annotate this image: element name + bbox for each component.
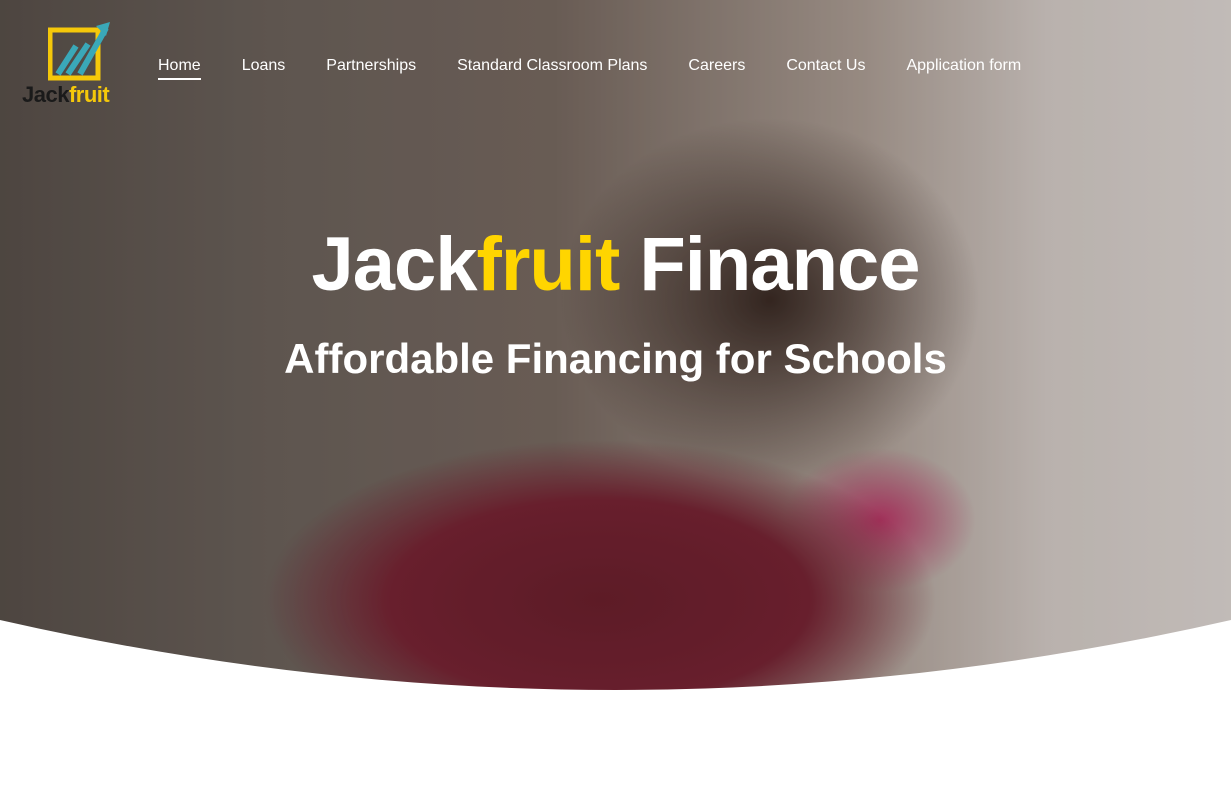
hero-title-fruit: fruit — [476, 222, 621, 307]
hero-title-finance: Finance — [619, 222, 920, 307]
logo-chart-icon — [48, 22, 110, 81]
hero-section: Jackfruit Home Loans Partnerships Standa… — [0, 0, 1231, 700]
logo-wordmark: Jackfruit — [22, 82, 110, 107]
nav-partnerships[interactable]: Partnerships — [326, 56, 416, 76]
hero-subtitle: Affordable Financing for Schools — [284, 335, 947, 382]
logo-word-fruit: fruit — [68, 82, 110, 107]
nav-contact-us[interactable]: Contact Us — [786, 56, 865, 76]
nav-application-form[interactable]: Application form — [906, 56, 1021, 76]
nav-loans[interactable]: Loans — [242, 56, 286, 76]
hero-title: Jackfruit Finance — [0, 222, 1231, 308]
nav-careers[interactable]: Careers — [688, 56, 745, 76]
nav-home[interactable]: Home — [158, 56, 201, 80]
nav-standard-classroom-plans[interactable]: Standard Classroom Plans — [457, 56, 647, 76]
logo-word-jack: Jack — [22, 82, 69, 107]
site-logo[interactable]: Jackfruit — [22, 22, 128, 108]
main-navigation: Home Loans Partnerships Standard Classro… — [158, 56, 1062, 80]
hero-title-jack: Jack — [311, 222, 477, 307]
hero-bottom-curve — [0, 620, 1231, 700]
